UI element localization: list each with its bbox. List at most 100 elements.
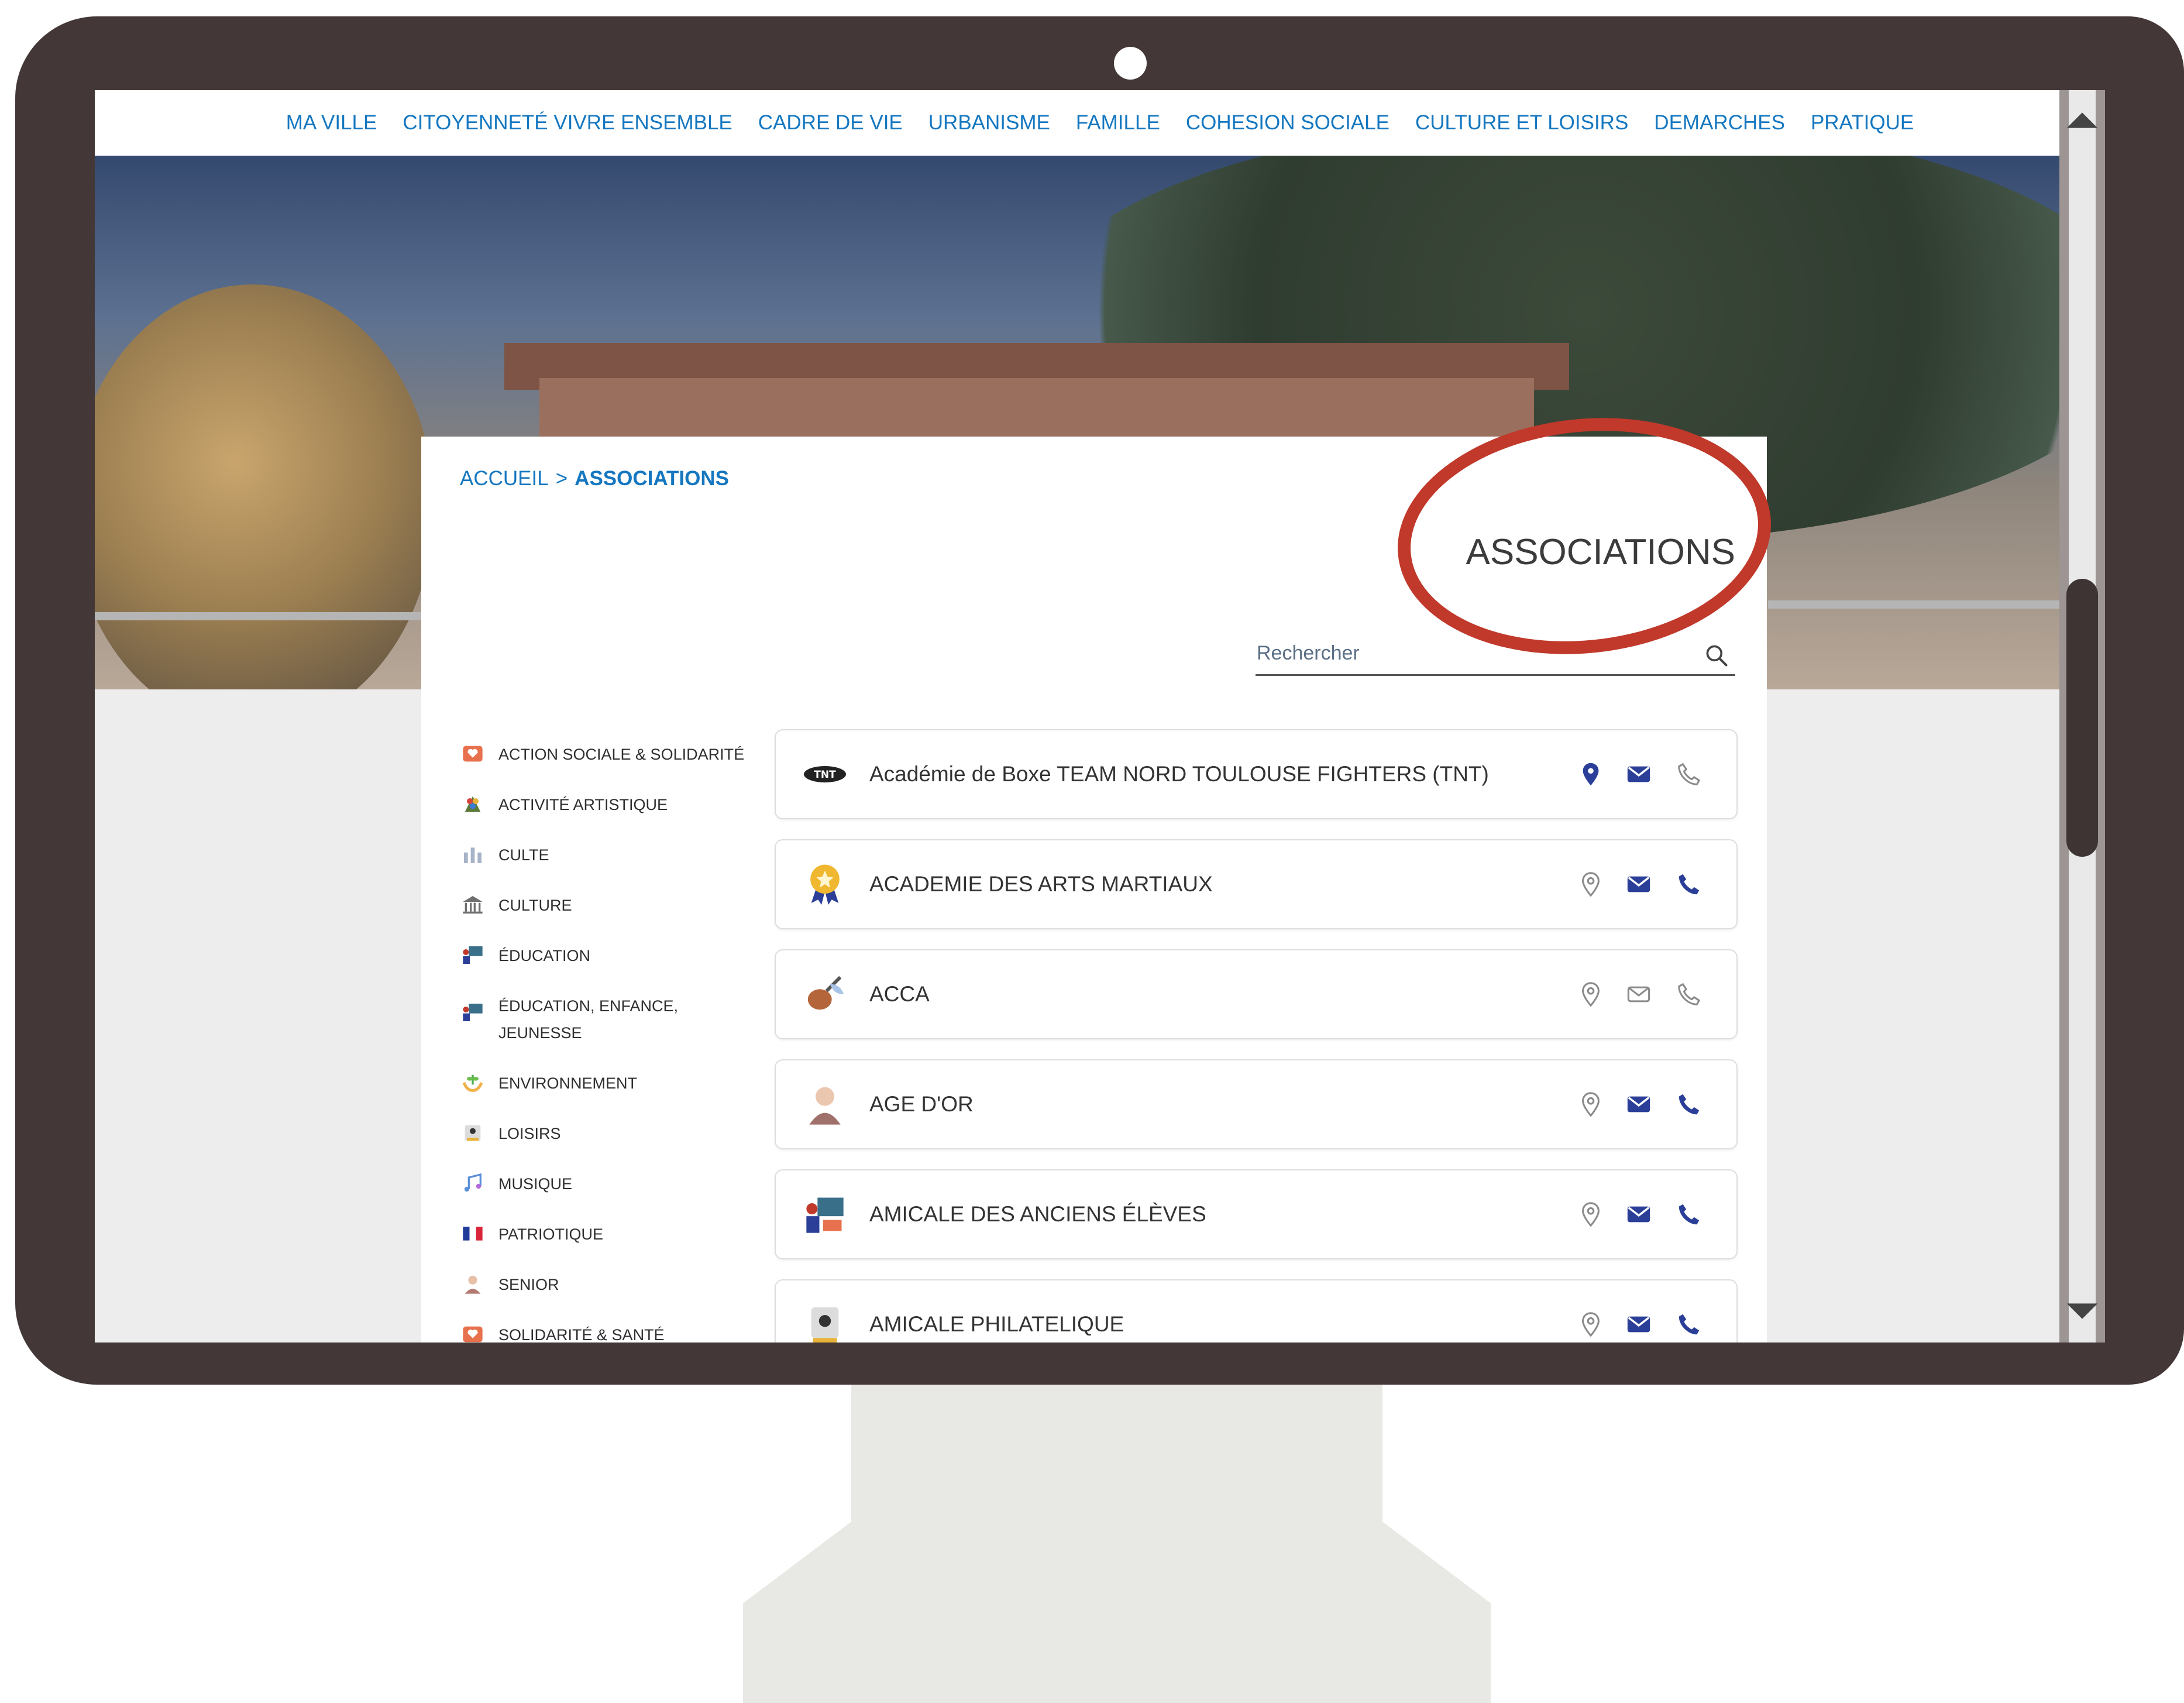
- association-name: AMICALE DES ANCIENS ÉLÈVES: [869, 1202, 1206, 1226]
- category-senior[interactable]: SENIOR: [460, 1271, 752, 1298]
- category-label: CULTE: [498, 846, 549, 864]
- category-filter-list: ACTION SOCIALE & SOLIDARITÉ ACTIVITÉ ART…: [460, 741, 752, 1343]
- stamp-icon: [802, 1301, 848, 1343]
- association-name: AMICALE PHILATELIQUE: [869, 1312, 1124, 1336]
- email-icon[interactable]: [1625, 761, 1652, 788]
- scrollbar[interactable]: [2059, 90, 2105, 1343]
- category-label: ACTIVITÉ ARTISTIQUE: [498, 796, 668, 813]
- email-icon[interactable]: [1625, 1091, 1652, 1118]
- main-navigation: MA VILLE CITOYENNETÉ VIVRE ENSEMBLE CADR…: [95, 90, 2105, 156]
- leisure-icon: [460, 1120, 486, 1146]
- email-icon[interactable]: [1625, 1311, 1652, 1338]
- category-culture[interactable]: CULTURE: [460, 892, 752, 919]
- scroll-up-arrow-icon[interactable]: [2062, 101, 2103, 142]
- category-label: ENVIRONNEMENT: [498, 1074, 638, 1092]
- medal-logo: [802, 861, 848, 908]
- location-pin-icon[interactable]: [1577, 981, 1604, 1008]
- phone-icon[interactable]: [1676, 761, 1703, 788]
- nav-item-cohesion-sociale[interactable]: COHESION SOCIALE: [1186, 111, 1389, 135]
- association-card[interactable]: TNT Académie de Boxe TEAM NORD TOULOUSE …: [775, 729, 1738, 819]
- email-icon[interactable]: [1625, 871, 1652, 898]
- nav-item-ma-ville[interactable]: MA VILLE: [286, 111, 377, 135]
- category-action-sociale[interactable]: ACTION SOCIALE & SOLIDARITÉ: [460, 741, 752, 768]
- location-pin-icon[interactable]: [1577, 1201, 1604, 1228]
- scroll-down-arrow-icon[interactable]: [2062, 1290, 2103, 1331]
- museum-icon: [460, 892, 486, 918]
- hero-pergola: [95, 612, 422, 620]
- category-environnement[interactable]: ENVIRONNEMENT: [460, 1070, 752, 1097]
- location-pin-icon[interactable]: [1577, 1311, 1604, 1338]
- association-card[interactable]: AMICALE DES ANCIENS ÉLÈVES: [775, 1169, 1738, 1259]
- breadcrumb-separator: >: [555, 467, 568, 490]
- category-label: ÉDUCATION: [498, 947, 591, 964]
- tnt-logo-text: TNT: [814, 769, 836, 781]
- phone-icon[interactable]: [1676, 1311, 1703, 1338]
- category-label: LOISIRS: [498, 1125, 561, 1142]
- classroom-icon: [460, 942, 486, 968]
- search-bar: [1256, 633, 1735, 676]
- hunting-logo: [802, 971, 848, 1018]
- hero-autumn-tree: [95, 284, 434, 689]
- nav-item-cadre-de-vie[interactable]: CADRE DE VIE: [758, 111, 903, 135]
- location-pin-icon[interactable]: [1577, 761, 1604, 788]
- nav-item-citoyennete[interactable]: CITOYENNETÉ VIVRE ENSEMBLE: [403, 111, 732, 135]
- category-education[interactable]: ÉDUCATION: [460, 942, 752, 969]
- breadcrumb: ACCUEIL > ASSOCIATIONS: [460, 467, 729, 490]
- location-pin-icon[interactable]: [1577, 1091, 1604, 1118]
- association-card[interactable]: ACADEMIE DES ARTS MARTIAUX: [775, 839, 1738, 929]
- category-label: PATRIOTIQUE: [498, 1225, 604, 1243]
- email-icon[interactable]: [1625, 981, 1652, 1008]
- search-icon[interactable]: [1704, 643, 1729, 668]
- monitor-stand-base: [743, 1522, 1491, 1703]
- plant-hands-icon: [460, 1070, 486, 1096]
- category-label: SENIOR: [498, 1276, 559, 1293]
- email-icon[interactable]: [1625, 1201, 1652, 1228]
- category-label: ACTION SOCIALE & SOLIDARITÉ: [498, 746, 745, 763]
- category-label: ÉDUCATION, ENFANCE, JEUNESSE: [498, 997, 679, 1042]
- scrollbar-thumb[interactable]: [2066, 579, 2098, 857]
- nav-item-demarches[interactable]: DEMARCHES: [1654, 111, 1785, 135]
- association-card[interactable]: AMICALE PHILATELIQUE: [775, 1279, 1738, 1343]
- nav-item-urbanisme[interactable]: URBANISME: [928, 111, 1050, 135]
- content-panel: ACCUEIL > ASSOCIATIONS ASSOCIATIONS ACTION…: [421, 400, 1783, 1343]
- association-name: AGE D'OR: [869, 1092, 974, 1116]
- phone-icon[interactable]: [1676, 1201, 1703, 1228]
- phone-icon[interactable]: [1676, 981, 1703, 1008]
- category-label: CULTURE: [498, 897, 572, 914]
- church-icon: [460, 842, 486, 867]
- palette-icon: [460, 791, 486, 817]
- category-education-enfance-jeunesse[interactable]: ÉDUCATION, ENFANCE, JEUNESSE: [460, 993, 752, 1046]
- category-solidarite-sante[interactable]: SOLIDARITÉ & SANTÉ: [460, 1321, 752, 1343]
- nav-item-pratique[interactable]: PRATIQUE: [1811, 111, 1914, 135]
- nav-item-famille[interactable]: FAMILLE: [1076, 111, 1160, 135]
- tnt-logo: TNT: [802, 751, 848, 798]
- classroom-icon: [460, 1000, 486, 1025]
- senior-icon: [460, 1271, 486, 1297]
- search-input[interactable]: [1256, 633, 1691, 673]
- category-loisirs[interactable]: LOISIRS: [460, 1120, 752, 1147]
- browser-viewport: MA VILLE CITOYENNETÉ VIVRE ENSEMBLE CADR…: [95, 90, 2105, 1343]
- breadcrumb-current: ASSOCIATIONS: [575, 467, 729, 490]
- page-title: ASSOCIATIONS: [1466, 532, 1736, 572]
- category-activite-artistique[interactable]: ACTIVITÉ ARTISTIQUE: [460, 791, 752, 818]
- category-musique[interactable]: MUSIQUE: [460, 1170, 752, 1197]
- phone-icon[interactable]: [1676, 1091, 1703, 1118]
- association-name: Académie de Boxe TEAM NORD TOULOUSE FIGH…: [869, 762, 1489, 786]
- association-card[interactable]: ACCA: [775, 949, 1738, 1039]
- association-card[interactable]: AGE D'OR: [775, 1059, 1738, 1149]
- phone-icon[interactable]: [1676, 871, 1703, 898]
- category-label: MUSIQUE: [498, 1175, 573, 1193]
- breadcrumb-home-link[interactable]: ACCUEIL: [460, 467, 549, 490]
- music-notes-icon: [460, 1170, 486, 1196]
- association-list: TNT Académie de Boxe TEAM NORD TOULOUSE …: [775, 729, 1738, 1343]
- association-name: ACADEMIE DES ARTS MARTIAUX: [869, 872, 1213, 896]
- hero-pergola: [1768, 600, 2105, 609]
- category-patriotique[interactable]: PATRIOTIQUE: [460, 1221, 752, 1248]
- nav-item-culture-loisirs[interactable]: CULTURE ET LOISIRS: [1415, 111, 1628, 135]
- association-name: ACCA: [869, 982, 930, 1006]
- category-culte[interactable]: CULTE: [460, 842, 752, 868]
- french-flag-icon: [460, 1221, 486, 1247]
- location-pin-icon[interactable]: [1577, 871, 1604, 898]
- heart-hands-icon: [460, 1321, 486, 1343]
- webcam-dot: [1114, 47, 1147, 80]
